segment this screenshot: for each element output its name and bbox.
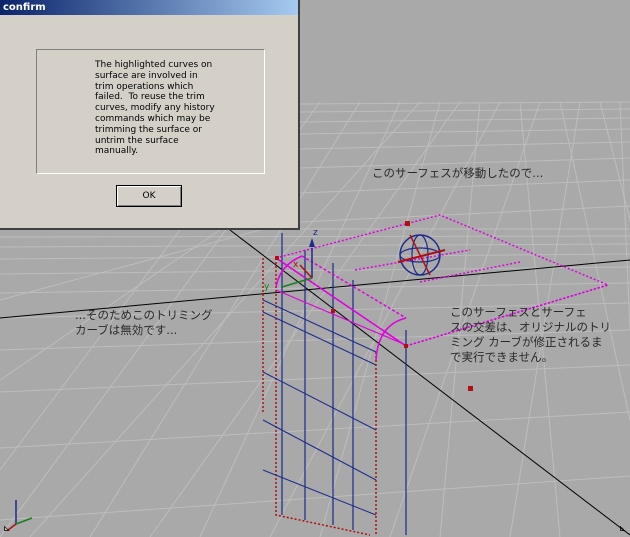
z-axis-label: z <box>313 228 318 238</box>
dialog-title: confirm <box>0 0 298 15</box>
annotation-trim-invalid: ...そのためこのトリミング カーブは無効です... <box>75 308 213 337</box>
view-axis-indicator <box>7 500 33 531</box>
view-corner-icon: ⊾ <box>3 524 11 534</box>
y-axis-label: y <box>264 282 270 292</box>
dialog-message: The highlighted curves on surface are in… <box>95 60 215 157</box>
annotation-surface-moved: このサーフェスが移動したので... <box>372 166 544 180</box>
resize-corner-icon[interactable]: ⊾ <box>619 524 627 534</box>
message-frame: The highlighted curves on surface are in… <box>36 49 265 174</box>
x-axis-label: x <box>293 260 299 270</box>
annotation-intersection: このサーフェスとサーフェ スの交差は、オリジナルのトリ ミング カーブが修正され… <box>450 305 611 364</box>
ok-button[interactable]: OK <box>116 185 182 207</box>
confirm-dialog: confirm The highlighted curves on surfac… <box>0 0 300 230</box>
